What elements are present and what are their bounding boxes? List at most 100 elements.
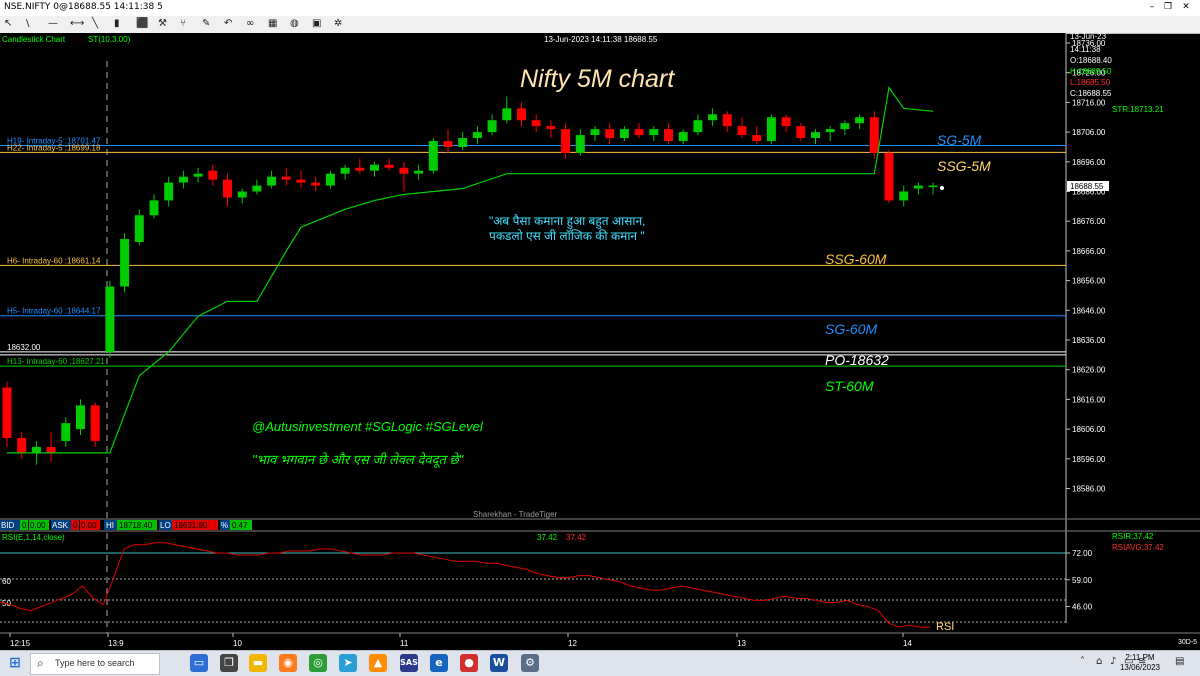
restore-button[interactable]: ❐ — [1162, 1, 1174, 13]
gujarati-quote: "भाव भगवान छे और एस जी लेवल देवदूत छे" — [252, 452, 465, 468]
y-tick-label: 18676.00 — [1072, 217, 1106, 226]
candle-body — [134, 215, 144, 242]
windows-start-icon[interactable]: ⊞ — [6, 654, 24, 672]
chart-type-label: Candlestick Chart — [2, 35, 66, 44]
candle-body — [2, 387, 12, 439]
candle-body — [76, 405, 85, 430]
gear-icon[interactable]: ✲ — [334, 17, 342, 31]
info-time: 14:11:38 — [1070, 45, 1101, 54]
candle-body — [766, 117, 776, 142]
hi-label: HI — [106, 521, 114, 530]
candle-body — [472, 132, 482, 139]
tradetiger-icon[interactable]: ● — [460, 654, 478, 672]
volume-icon[interactable]: ♪ — [1110, 656, 1116, 667]
chrome-icon[interactable]: ◎ — [309, 654, 327, 672]
network-icon[interactable]: ⌂ — [1096, 656, 1102, 667]
settings-app-icon[interactable]: ⚙ — [521, 654, 539, 672]
y-tick-label: 18706.00 — [1072, 128, 1106, 137]
bid-qty: 0 — [22, 521, 27, 530]
info-high: H:18689.50 — [1070, 67, 1112, 76]
y-tick-label: 18596.00 — [1072, 455, 1106, 464]
candle-body — [502, 108, 512, 121]
candle-body — [178, 176, 188, 183]
system-clock[interactable]: 2:11 PM 13/06/2023 — [1120, 653, 1160, 673]
hindi-quote-line1: "अब पैसा कमाना हुआ बहुत आसान, — [489, 214, 645, 229]
level-label-h13: H13- Intraday-60 :18627.21 — [7, 357, 105, 366]
candle-body — [208, 170, 218, 180]
rsi-tag: RSI — [936, 621, 954, 633]
rsi-tick-label: 59.00 — [1072, 576, 1093, 585]
candle-body — [869, 117, 879, 153]
sas-icon[interactable]: SAS — [400, 654, 418, 672]
candle-body — [61, 423, 71, 441]
chart-title: Nifty 5M chart — [520, 65, 675, 93]
price-axis: 18736.0018726.0018716.0018706.0018696.00… — [1066, 39, 1106, 494]
candle-body — [325, 173, 335, 186]
pen-icon[interactable]: ✎ — [202, 17, 210, 31]
close-button[interactable]: ✕ — [1180, 1, 1192, 13]
link-icon[interactable]: ∞ — [246, 17, 254, 31]
candle-body — [443, 141, 453, 147]
horizontal-line-icon[interactable]: — — [48, 17, 58, 31]
candle-body — [796, 126, 806, 139]
candle-body — [752, 135, 762, 142]
firefox-icon[interactable]: ◉ — [279, 654, 297, 672]
info-open: O:18688.40 — [1070, 56, 1112, 65]
tools-icon[interactable]: ⚒ — [158, 17, 167, 31]
candle-body — [370, 164, 379, 171]
notifications-icon[interactable]: ▤ — [1175, 656, 1184, 667]
candle-body — [31, 446, 41, 453]
browser-icon[interactable]: e — [430, 654, 448, 672]
candle-body — [267, 176, 277, 186]
hi-value: 18718.40 — [119, 521, 153, 530]
undo-icon[interactable]: ↶ — [224, 17, 232, 31]
level-label-h6: H6- Intraday-60 :18661.14 — [7, 256, 101, 265]
sg60m-label: SG-60M — [825, 321, 877, 337]
telegram-icon[interactable]: ➤ — [339, 654, 357, 672]
x-tick-label: 14 — [903, 639, 912, 648]
info-date: 13-Jun-23 — [1070, 33, 1107, 41]
candle-body — [384, 164, 394, 168]
file-explorer-icon[interactable]: ▬ — [249, 654, 267, 672]
box-icon[interactable]: ⬛ — [136, 17, 148, 31]
quote-bar: BID 0 0.00 ASK 0 0.00 HI 18718.40 LO 186… — [0, 520, 252, 530]
st60m-label: ST-60M — [825, 378, 874, 394]
candle-body — [296, 179, 306, 183]
candle-body — [825, 129, 835, 133]
candle-body — [281, 176, 291, 180]
candle-body — [928, 185, 938, 188]
candle-body — [561, 129, 571, 153]
pct-value: 0.47 — [232, 521, 248, 530]
arrow-icon[interactable]: ⟷ — [70, 17, 84, 31]
candle-body — [355, 167, 365, 171]
minimize-button[interactable]: – — [1146, 1, 1158, 13]
grid-icon[interactable]: ▦ — [268, 17, 277, 31]
cursor-icon[interactable]: ↖ — [4, 17, 12, 31]
y-tick-label: 18656.00 — [1072, 277, 1106, 286]
line-icon[interactable]: \ — [26, 17, 29, 31]
word-icon[interactable]: W — [490, 654, 508, 672]
task-switcher-icon[interactable]: ❐ — [220, 654, 238, 672]
volume-bars-icon[interactable]: ▮ — [114, 17, 120, 31]
y-tick-label: 18606.00 — [1072, 425, 1106, 434]
timeframe-label: 30D-5 — [1178, 639, 1197, 646]
price-plot-background — [0, 33, 1066, 519]
candle-body — [458, 138, 468, 147]
trendline-icon[interactable]: ╲ — [92, 17, 98, 31]
candle-body — [722, 114, 732, 127]
candle-body — [634, 129, 644, 136]
vlc-icon[interactable]: ▲ — [369, 654, 387, 672]
globe-icon[interactable]: ◍ — [290, 17, 299, 31]
tray-chevron-icon[interactable]: ˄ — [1080, 656, 1085, 667]
calculator-icon[interactable]: ▣ — [312, 17, 321, 31]
rsi-line — [0, 542, 930, 628]
chart-area[interactable]: Candlestick Chart ST(10,3.00) 13-Jun-202… — [0, 33, 1200, 650]
task-view-icon[interactable]: ▭ — [190, 654, 208, 672]
rsi-label: RSI(E,1,14,close) — [2, 533, 65, 542]
taskbar-search[interactable]: ⌕ Type here to search — [30, 653, 160, 675]
fork-icon[interactable]: ⑂ — [180, 17, 186, 31]
candle-body — [517, 108, 526, 121]
candle-body — [708, 114, 718, 121]
candle-body — [619, 129, 629, 139]
x-tick-label: 13:9 — [108, 639, 124, 648]
